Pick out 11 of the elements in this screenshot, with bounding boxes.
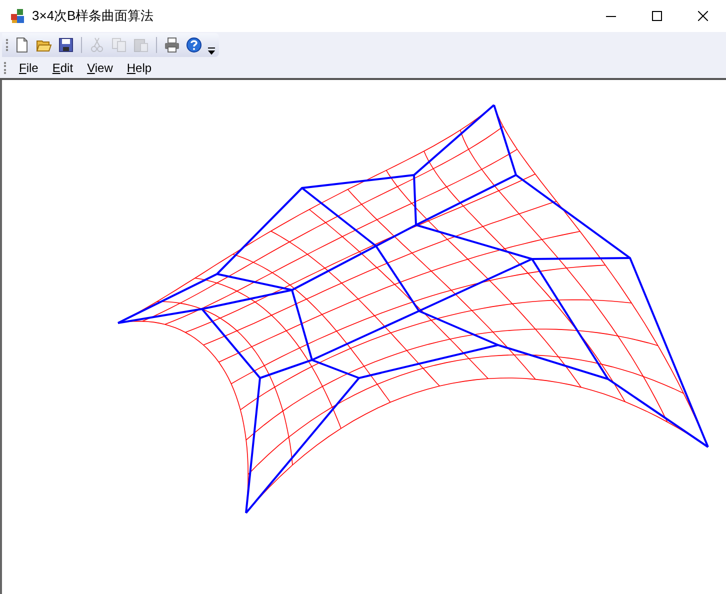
menu-item[interactable]: File bbox=[12, 58, 46, 78]
window-title: 3×4次B样条曲面算法 bbox=[32, 7, 154, 26]
help-icon[interactable] bbox=[184, 34, 204, 54]
menu-item[interactable]: Edit bbox=[45, 58, 80, 78]
menu-item[interactable]: View bbox=[80, 58, 120, 78]
menu-item[interactable]: Help bbox=[120, 58, 159, 78]
close-icon[interactable] bbox=[698, 11, 708, 21]
maximize-icon[interactable] bbox=[652, 11, 662, 21]
overflow-caret-icon[interactable] bbox=[208, 46, 215, 54]
app-icon bbox=[10, 8, 26, 24]
print-icon[interactable] bbox=[162, 34, 182, 54]
